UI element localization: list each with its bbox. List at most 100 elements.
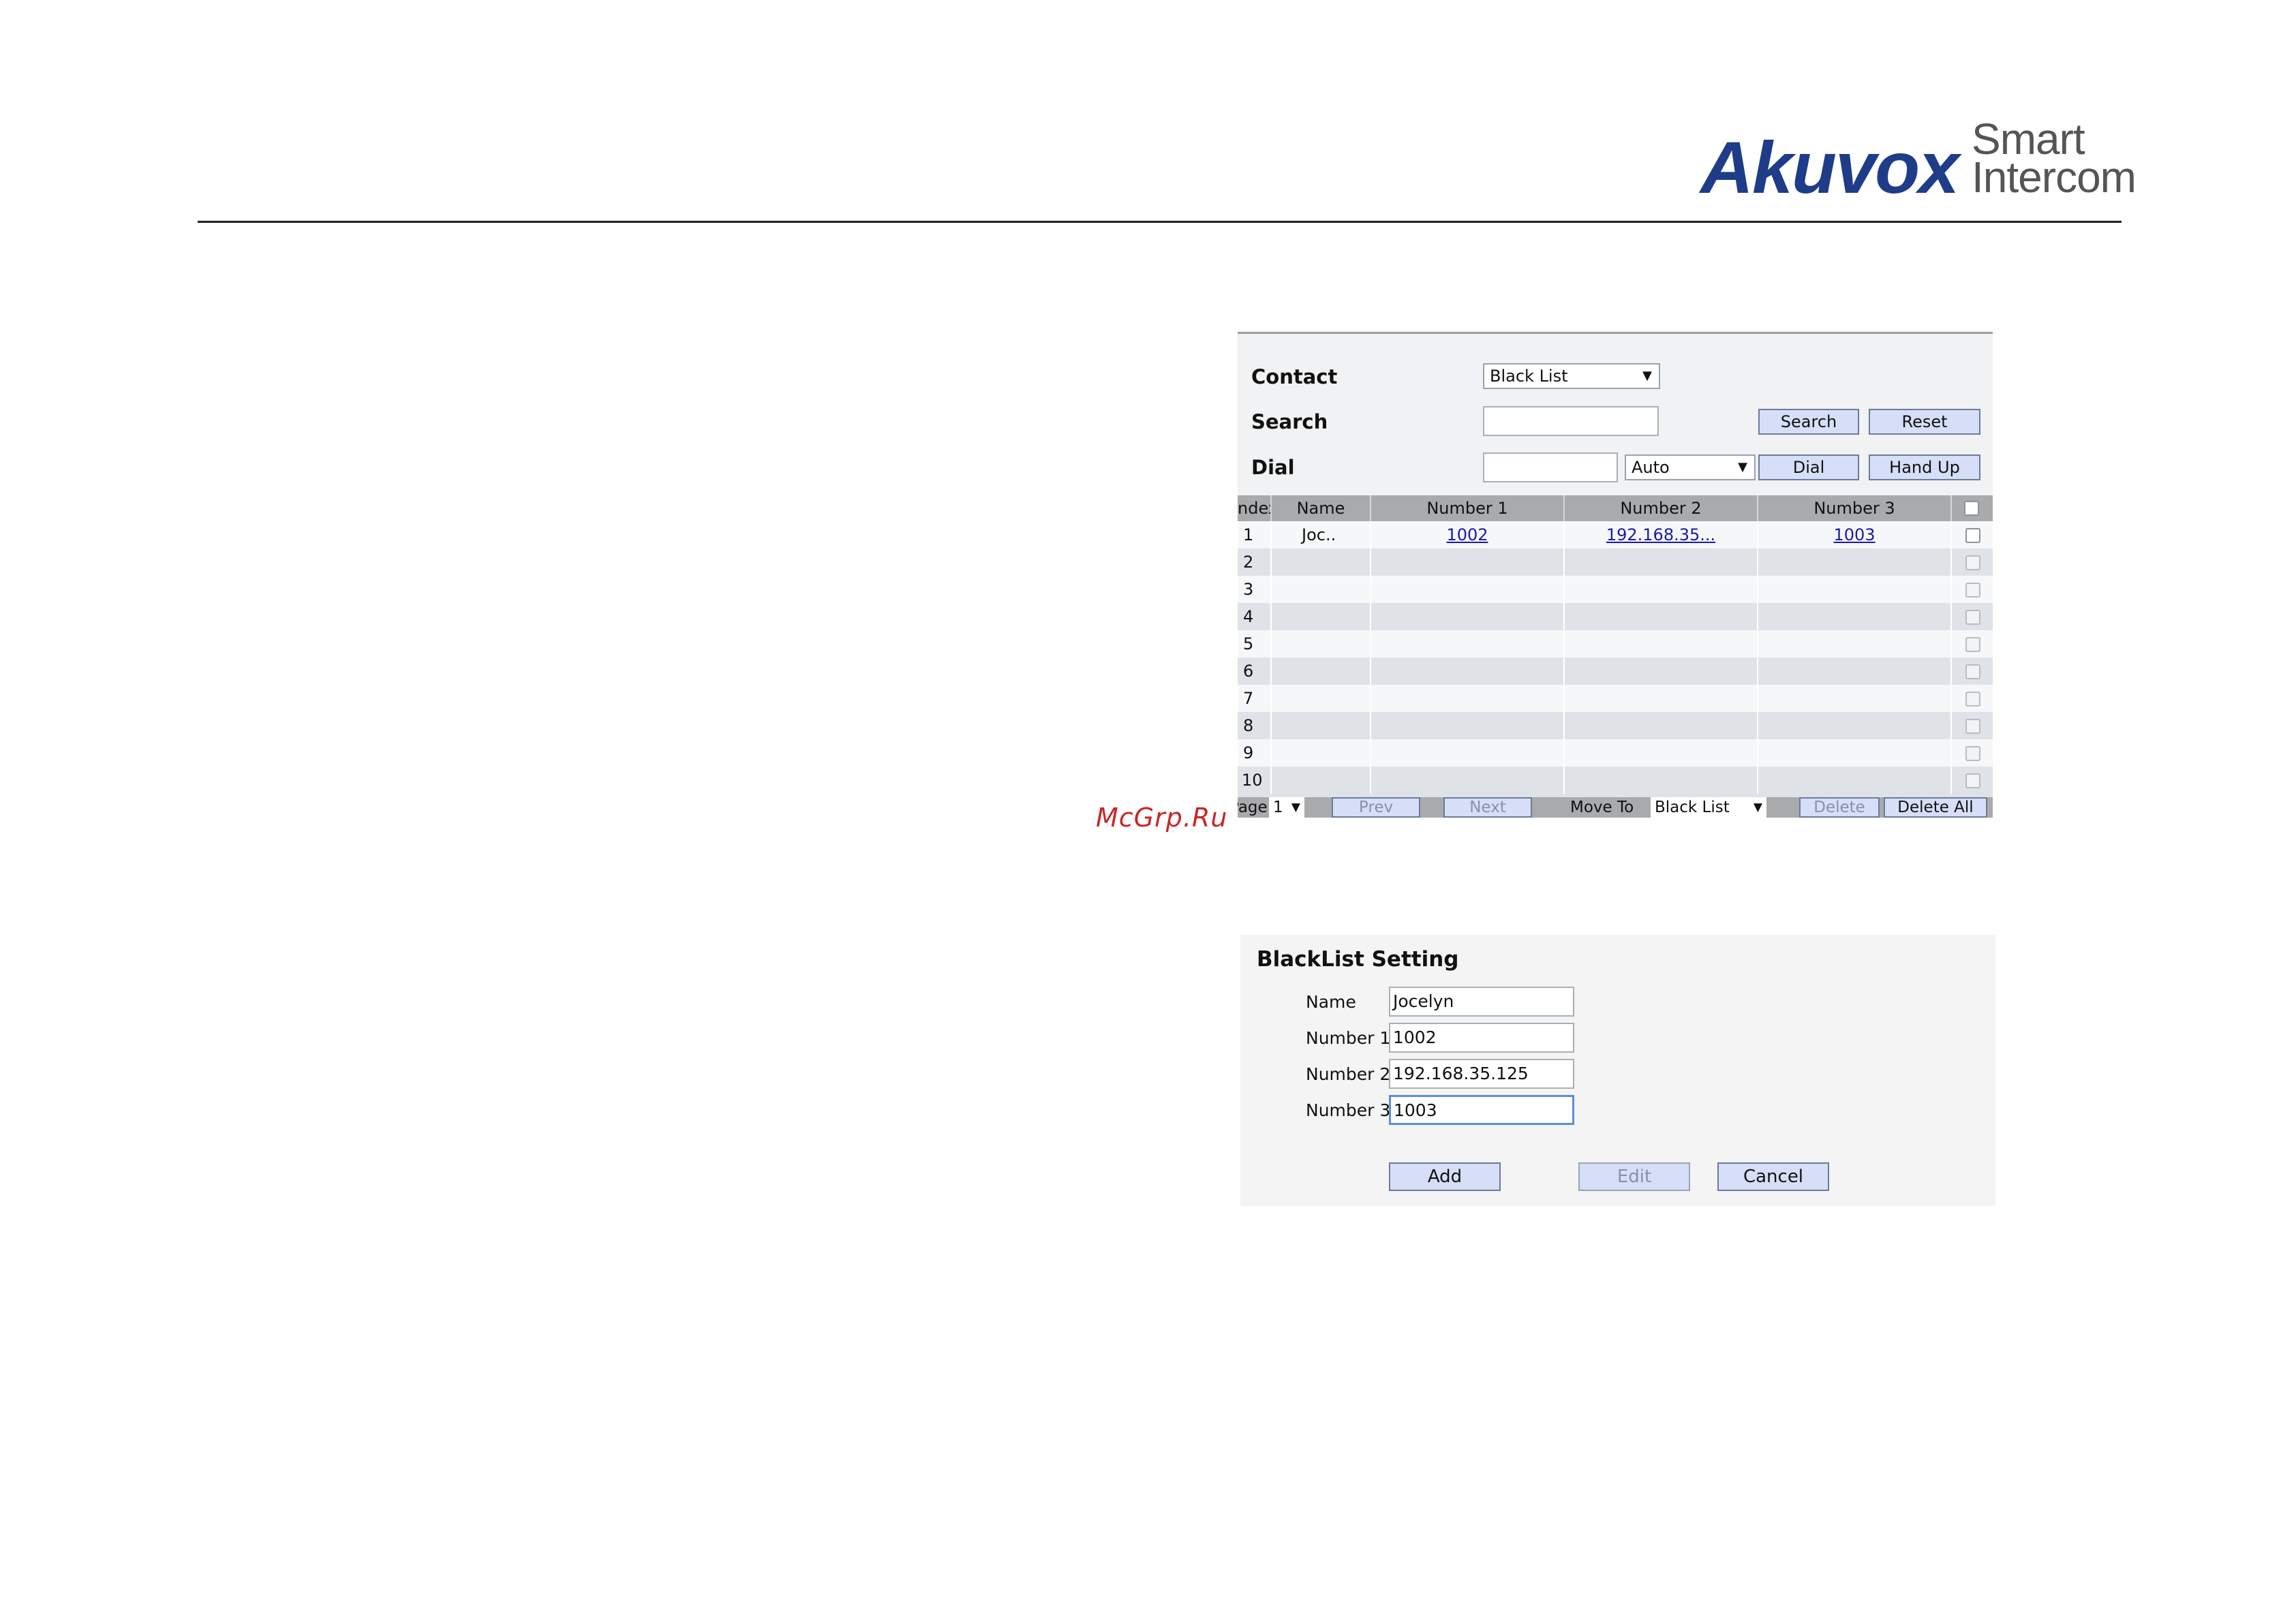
edit-button[interactable]: Edit <box>1578 1162 1690 1191</box>
add-button[interactable]: Add <box>1389 1162 1501 1191</box>
akuvox-logo: Akuvox Smart Intercom <box>1700 116 2137 204</box>
number3-label: Number 3 <box>1306 1100 1391 1120</box>
next-page-button[interactable]: Next <box>1443 797 1532 818</box>
row-index: 8 <box>1243 712 1272 739</box>
col-number2[interactable]: Number 2 <box>1565 495 1758 521</box>
page-label: Page <box>1238 799 1268 816</box>
search-button[interactable]: Search <box>1758 409 1859 435</box>
table-row[interactable]: 3 <box>1238 576 1993 603</box>
row-checkbox[interactable] <box>1965 746 1980 761</box>
number2-field[interactable]: 192.168.35.125 <box>1389 1059 1574 1089</box>
row-checkbox[interactable] <box>1965 692 1980 707</box>
table-row[interactable]: 6 <box>1238 658 1993 685</box>
row-index: 7 <box>1243 685 1272 712</box>
name-label: Name <box>1306 992 1356 1012</box>
row-number1-cell <box>1371 739 1565 767</box>
row-index: 4 <box>1243 603 1272 630</box>
page-select-value: 1 <box>1273 799 1283 816</box>
table-row[interactable]: 2 <box>1238 548 1993 576</box>
search-input[interactable] <box>1483 406 1659 436</box>
row-index: 1 <box>1243 521 1272 548</box>
table-row[interactable]: 4 <box>1238 603 1993 630</box>
row-number3-cell <box>1758 739 1952 767</box>
number2-label: Number 2 <box>1306 1064 1391 1084</box>
table-row[interactable]: 10 <box>1238 767 1993 797</box>
blacklist-setting-title: BlackList Setting <box>1257 947 1459 972</box>
reset-button[interactable]: Reset <box>1869 409 1980 435</box>
number3-field[interactable]: 1003 <box>1389 1095 1574 1125</box>
row-number3-cell <box>1758 576 1952 603</box>
row-select-cell <box>1952 576 1993 603</box>
row-number1-cell <box>1371 576 1565 603</box>
col-number1[interactable]: Number 1 <box>1371 495 1565 521</box>
dial-mode-value: Auto <box>1632 458 1670 477</box>
row-number2-cell <box>1565 767 1758 794</box>
row-number2-link[interactable]: 192.168.35... <box>1606 525 1715 544</box>
row-number3-link[interactable]: 1003 <box>1833 525 1875 544</box>
header-divider <box>198 221 2122 223</box>
row-index: 9 <box>1243 739 1272 767</box>
row-number2-cell <box>1565 630 1758 658</box>
col-number3[interactable]: Number 3 <box>1758 495 1952 521</box>
table-pager: Page 1 ▼ Prev Next Move To Black List ▼ … <box>1238 797 1993 818</box>
number1-field[interactable]: 1002 <box>1389 1023 1574 1053</box>
row-number1-cell <box>1371 767 1565 794</box>
row-number1-cell <box>1371 548 1565 576</box>
row-select-cell <box>1952 739 1993 767</box>
search-label: Search <box>1251 410 1328 433</box>
row-select-cell <box>1952 712 1993 739</box>
row-number1-cell <box>1371 603 1565 630</box>
delete-all-button[interactable]: Delete All <box>1884 797 1987 818</box>
hangup-button[interactable]: Hand Up <box>1869 454 1980 480</box>
row-number1-cell <box>1371 658 1565 685</box>
dial-input[interactable] <box>1483 452 1618 482</box>
row-name <box>1272 576 1371 603</box>
row-checkbox[interactable] <box>1965 528 1980 543</box>
col-select-all <box>1952 495 1993 521</box>
move-to-select[interactable]: Black List ▼ <box>1651 797 1766 818</box>
table-row[interactable]: 9 <box>1238 739 1993 767</box>
dial-mode-select[interactable]: Auto ▼ <box>1625 454 1756 480</box>
row-number3-cell <box>1758 630 1952 658</box>
row-checkbox[interactable] <box>1965 637 1980 652</box>
move-to-value: Black List <box>1655 799 1730 816</box>
row-number2-cell: 192.168.35... <box>1565 521 1758 548</box>
logo-brand: Akuvox <box>1700 126 1959 208</box>
dial-button[interactable]: Dial <box>1758 454 1859 480</box>
table-row[interactable]: 7 <box>1238 685 1993 712</box>
row-checkbox[interactable] <box>1965 773 1980 788</box>
row-select-cell <box>1952 521 1993 548</box>
name-field[interactable]: Jocelyn <box>1389 987 1574 1017</box>
row-checkbox[interactable] <box>1965 555 1980 570</box>
prev-page-button[interactable]: Prev <box>1332 797 1420 818</box>
row-number2-cell <box>1565 548 1758 576</box>
row-number2-cell <box>1565 712 1758 739</box>
table-row[interactable]: 1 Joc.. 1002 192.168.35... 1003 <box>1238 521 1993 548</box>
row-select-cell <box>1952 630 1993 658</box>
col-index[interactable]: ndex <box>1238 495 1272 521</box>
watermark: McGrp.Ru <box>1096 803 1228 833</box>
row-number2-cell <box>1565 576 1758 603</box>
delete-button[interactable]: Delete <box>1799 797 1880 818</box>
row-checkbox[interactable] <box>1965 664 1980 679</box>
row-number1-link[interactable]: 1002 <box>1446 525 1488 544</box>
page-select[interactable]: 1 ▼ <box>1269 797 1304 818</box>
dial-label: Dial <box>1251 456 1295 479</box>
row-checkbox[interactable] <box>1965 719 1980 734</box>
contact-panel: Contact Black List ▼ Search Search Reset… <box>1238 332 1993 818</box>
row-checkbox[interactable] <box>1965 610 1980 625</box>
contact-type-select[interactable]: Black List ▼ <box>1483 363 1660 389</box>
table-row[interactable]: 8 <box>1238 712 1993 739</box>
col-name[interactable]: Name <box>1272 495 1371 521</box>
chevron-down-icon: ▼ <box>1753 801 1762 814</box>
row-number3-cell <box>1758 548 1952 576</box>
select-all-checkbox[interactable] <box>1964 501 1979 516</box>
row-index: 2 <box>1243 548 1272 576</box>
row-checkbox[interactable] <box>1965 583 1980 598</box>
row-index: 10 <box>1242 767 1272 794</box>
cancel-button[interactable]: Cancel <box>1717 1162 1829 1191</box>
row-select-cell <box>1952 685 1993 712</box>
contact-table-header: ndex Name Number 1 Number 2 Number 3 <box>1238 495 1993 521</box>
row-number1-cell <box>1371 630 1565 658</box>
table-row[interactable]: 5 <box>1238 630 1993 658</box>
